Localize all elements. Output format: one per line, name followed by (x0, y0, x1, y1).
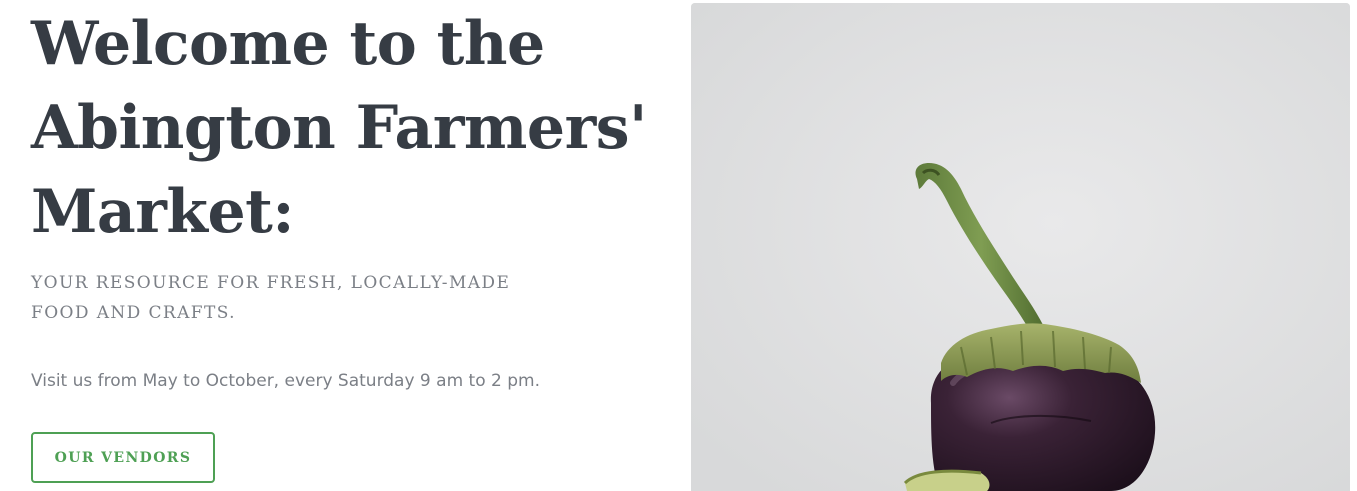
subtitle-line-2: FOOD AND CRAFTS. (31, 303, 236, 323)
hero-text-section: Welcome to the Abington Farmers' Market:… (31, 0, 671, 483)
eggplant-illustration (691, 3, 1350, 491)
market-hours-text: Visit us from May to October, every Satu… (31, 371, 540, 391)
title-line-1: Welcome to the (31, 9, 545, 79)
our-vendors-button[interactable]: OUR VENDORS (31, 432, 215, 483)
page-title: Welcome to the Abington Farmers' Market: (31, 0, 671, 254)
subtitle-line-1: YOUR RESOURCE FOR FRESH, LOCALLY-MADE (31, 273, 511, 293)
title-line-2: Abington Farmers' (31, 93, 647, 163)
title-line-3: Market: (31, 177, 295, 247)
hero-subtitle: YOUR RESOURCE FOR FRESH, LOCALLY-MADE FO… (31, 268, 551, 328)
eggplant-photo (691, 3, 1350, 491)
